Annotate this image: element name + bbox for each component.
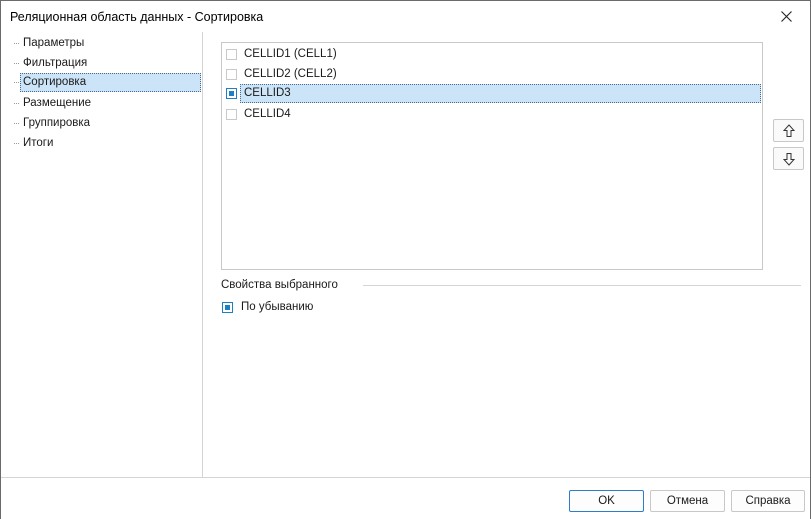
- move-up-button[interactable]: [773, 119, 804, 142]
- sidebar-item-sorting[interactable]: Сортировка: [11, 73, 201, 92]
- close-icon: [781, 11, 792, 22]
- list-item-checkbox[interactable]: [226, 49, 237, 60]
- sidebar-item-label: Параметры: [23, 37, 85, 49]
- sidebar: Параметры Фильтрация Сортировка Размещен…: [1, 32, 203, 477]
- list-item-label: CELLID4: [244, 108, 291, 120]
- list-item[interactable]: CELLID3: [222, 83, 762, 103]
- tree-connector: [14, 63, 19, 64]
- dialog-window: Реляционная область данных - Сортировка …: [0, 0, 811, 519]
- descending-checkbox[interactable]: [222, 302, 233, 313]
- sort-fields-list[interactable]: CELLID1 (CELL1) CELLID2 (CELL2) CELLID3 …: [221, 42, 763, 270]
- sidebar-item-label: Итоги: [23, 137, 54, 149]
- selection-highlight: [240, 84, 761, 103]
- move-down-button[interactable]: [773, 147, 804, 170]
- ok-button[interactable]: OK: [569, 490, 644, 512]
- arrow-down-icon: [783, 153, 795, 166]
- sidebar-item-grouping[interactable]: Группировка: [11, 114, 201, 133]
- tree-connector: [14, 103, 19, 104]
- close-button[interactable]: [764, 1, 810, 32]
- selected-properties-group-title: Свойства выбранного: [221, 279, 338, 291]
- sidebar-item-label: Группировка: [23, 117, 91, 129]
- list-item-label: CELLID2 (CELL2): [244, 68, 337, 80]
- title-bar: Реляционная область данных - Сортировка: [1, 1, 810, 32]
- sidebar-item-label: Фильтрация: [23, 57, 88, 69]
- list-item-label: CELLID3: [244, 87, 291, 99]
- list-item-checkbox[interactable]: [226, 88, 237, 99]
- descending-checkbox-label[interactable]: По убыванию: [241, 301, 313, 313]
- arrow-up-icon: [783, 124, 795, 137]
- window-title: Реляционная область данных - Сортировка: [10, 10, 264, 24]
- sidebar-item-placement[interactable]: Размещение: [11, 94, 201, 113]
- cancel-button[interactable]: Отмена: [650, 490, 725, 512]
- sidebar-item-label: Сортировка: [23, 76, 87, 88]
- help-button[interactable]: Справка: [731, 490, 805, 512]
- list-item-label: CELLID1 (CELL1): [244, 48, 337, 60]
- sidebar-item-totals[interactable]: Итоги: [11, 134, 201, 153]
- tree-connector: [14, 143, 19, 144]
- divider: [363, 285, 801, 286]
- list-item[interactable]: CELLID1 (CELL1): [222, 44, 762, 64]
- sidebar-item-parameters[interactable]: Параметры: [11, 34, 201, 53]
- tree-connector: [14, 82, 19, 83]
- tree-connector: [14, 43, 19, 44]
- list-item-checkbox[interactable]: [226, 69, 237, 80]
- sidebar-item-label: Размещение: [23, 97, 92, 109]
- list-item[interactable]: CELLID2 (CELL2): [222, 64, 762, 84]
- sidebar-item-filtering[interactable]: Фильтрация: [11, 54, 201, 73]
- tree-connector: [14, 123, 19, 124]
- list-item-checkbox[interactable]: [226, 109, 237, 120]
- list-item[interactable]: CELLID4: [222, 104, 762, 124]
